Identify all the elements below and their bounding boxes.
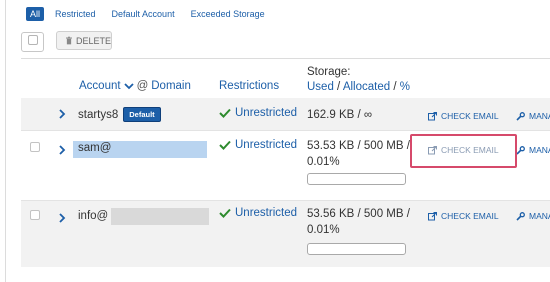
check-email-label: CHECK EMAIL [441,211,499,221]
sort-domain[interactable]: Domain [151,80,191,92]
delete-label: DELETE [75,35,111,46]
check-email-link[interactable]: CHECK EMAIL [428,211,499,221]
storage-usage-text: 53.53 KB / 500 MB / [307,140,410,152]
sort-restrictions[interactable]: Restrictions [219,80,279,92]
header-at: @ [136,80,149,92]
storage-usage: 162.9 KB / ∞ [307,109,373,121]
select-all-box [28,35,38,45]
accounts-table: Account @ Domain Restrictions Storage: U… [21,58,550,267]
sort-allocated[interactable]: Allocated [343,81,390,93]
sort-percent[interactable]: % [400,81,410,93]
restriction-status: Unrestricted [219,207,297,219]
account-name: info@ [78,210,109,222]
check-email-label: CHECK EMAIL [441,111,499,121]
storage-progress-bar [307,243,406,255]
account-name: sam@ [78,142,112,154]
storage-usage: 53.56 KB / 500 MB / 0.01% [307,206,410,238]
chevron-down-icon[interactable] [123,82,134,90]
wrench-icon [516,145,525,155]
sort-used[interactable]: Used [307,81,334,93]
external-link-icon [428,211,437,220]
sort-account[interactable]: Account [79,80,121,92]
storage-usage-percent: 0.01% [307,156,340,168]
header-storage-label: Storage: [307,66,351,78]
chevron-right-icon[interactable] [58,213,66,223]
redacted-domain [111,208,209,225]
account-name: startys8 Default [78,107,161,122]
checkmark-icon [219,108,231,118]
row-checkbox[interactable] [30,210,40,220]
header-sep: / [390,81,400,93]
checkmark-icon [219,140,231,150]
check-email-link[interactable]: CHECK EMAIL [428,111,499,121]
filter-restricted[interactable]: Restricted [55,7,96,21]
select-all-checkbox[interactable] [21,32,44,52]
storage-progress-bar [307,173,406,185]
manage-label: MANAG [529,145,550,155]
header-storage: Storage: Used / Allocated / % [307,65,410,95]
checkmark-icon [219,208,231,218]
left-border [5,0,6,282]
header-sep: / [333,81,343,93]
wrench-icon [516,211,525,221]
restriction-status-text: Unrestricted [235,207,297,219]
manage-label: MANAG [529,211,550,221]
trash-icon [66,36,72,45]
default-badge: Default [123,107,161,122]
manage-link[interactable]: MANAG [516,211,550,221]
restriction-status-text: Unrestricted [235,139,297,151]
restriction-status-text: Unrestricted [235,107,297,119]
filter-default-account[interactable]: Default Account [112,7,175,21]
storage-usage: 53.53 KB / 500 MB / 0.01% [307,138,410,170]
chevron-right-icon[interactable] [58,109,66,119]
filter-exceeded-storage[interactable]: Exceeded Storage [191,7,265,21]
manage-label: MANAG [529,111,550,121]
wrench-icon [516,111,525,121]
header-account: Account @ Domain [79,80,191,92]
manage-link[interactable]: MANAG [516,111,550,121]
chevron-right-icon[interactable] [58,145,66,155]
manage-link[interactable]: MANAG [516,145,550,155]
delete-button[interactable]: DELETE [56,31,112,50]
email-accounts-panel: All Restricted Default Account Exceeded … [0,0,550,282]
storage-usage-percent: 0.01% [307,224,340,236]
filter-all[interactable]: All [26,7,45,21]
external-link-icon [428,111,437,120]
table-row: info@ Unrestricted 53.56 KB / 500 MB / 0… [21,201,550,267]
table-row: startys8 Default Unrestricted 162.9 KB / … [21,98,550,131]
account-name-text: startys8 [78,109,119,121]
restriction-status: Unrestricted [219,107,297,119]
restriction-status: Unrestricted [219,139,297,151]
highlight-box [410,134,517,168]
filter-tabs: All Restricted Default Account Exceeded … [26,6,281,22]
storage-usage-text: 53.56 KB / 500 MB / [307,208,410,220]
row-checkbox[interactable] [30,142,40,152]
